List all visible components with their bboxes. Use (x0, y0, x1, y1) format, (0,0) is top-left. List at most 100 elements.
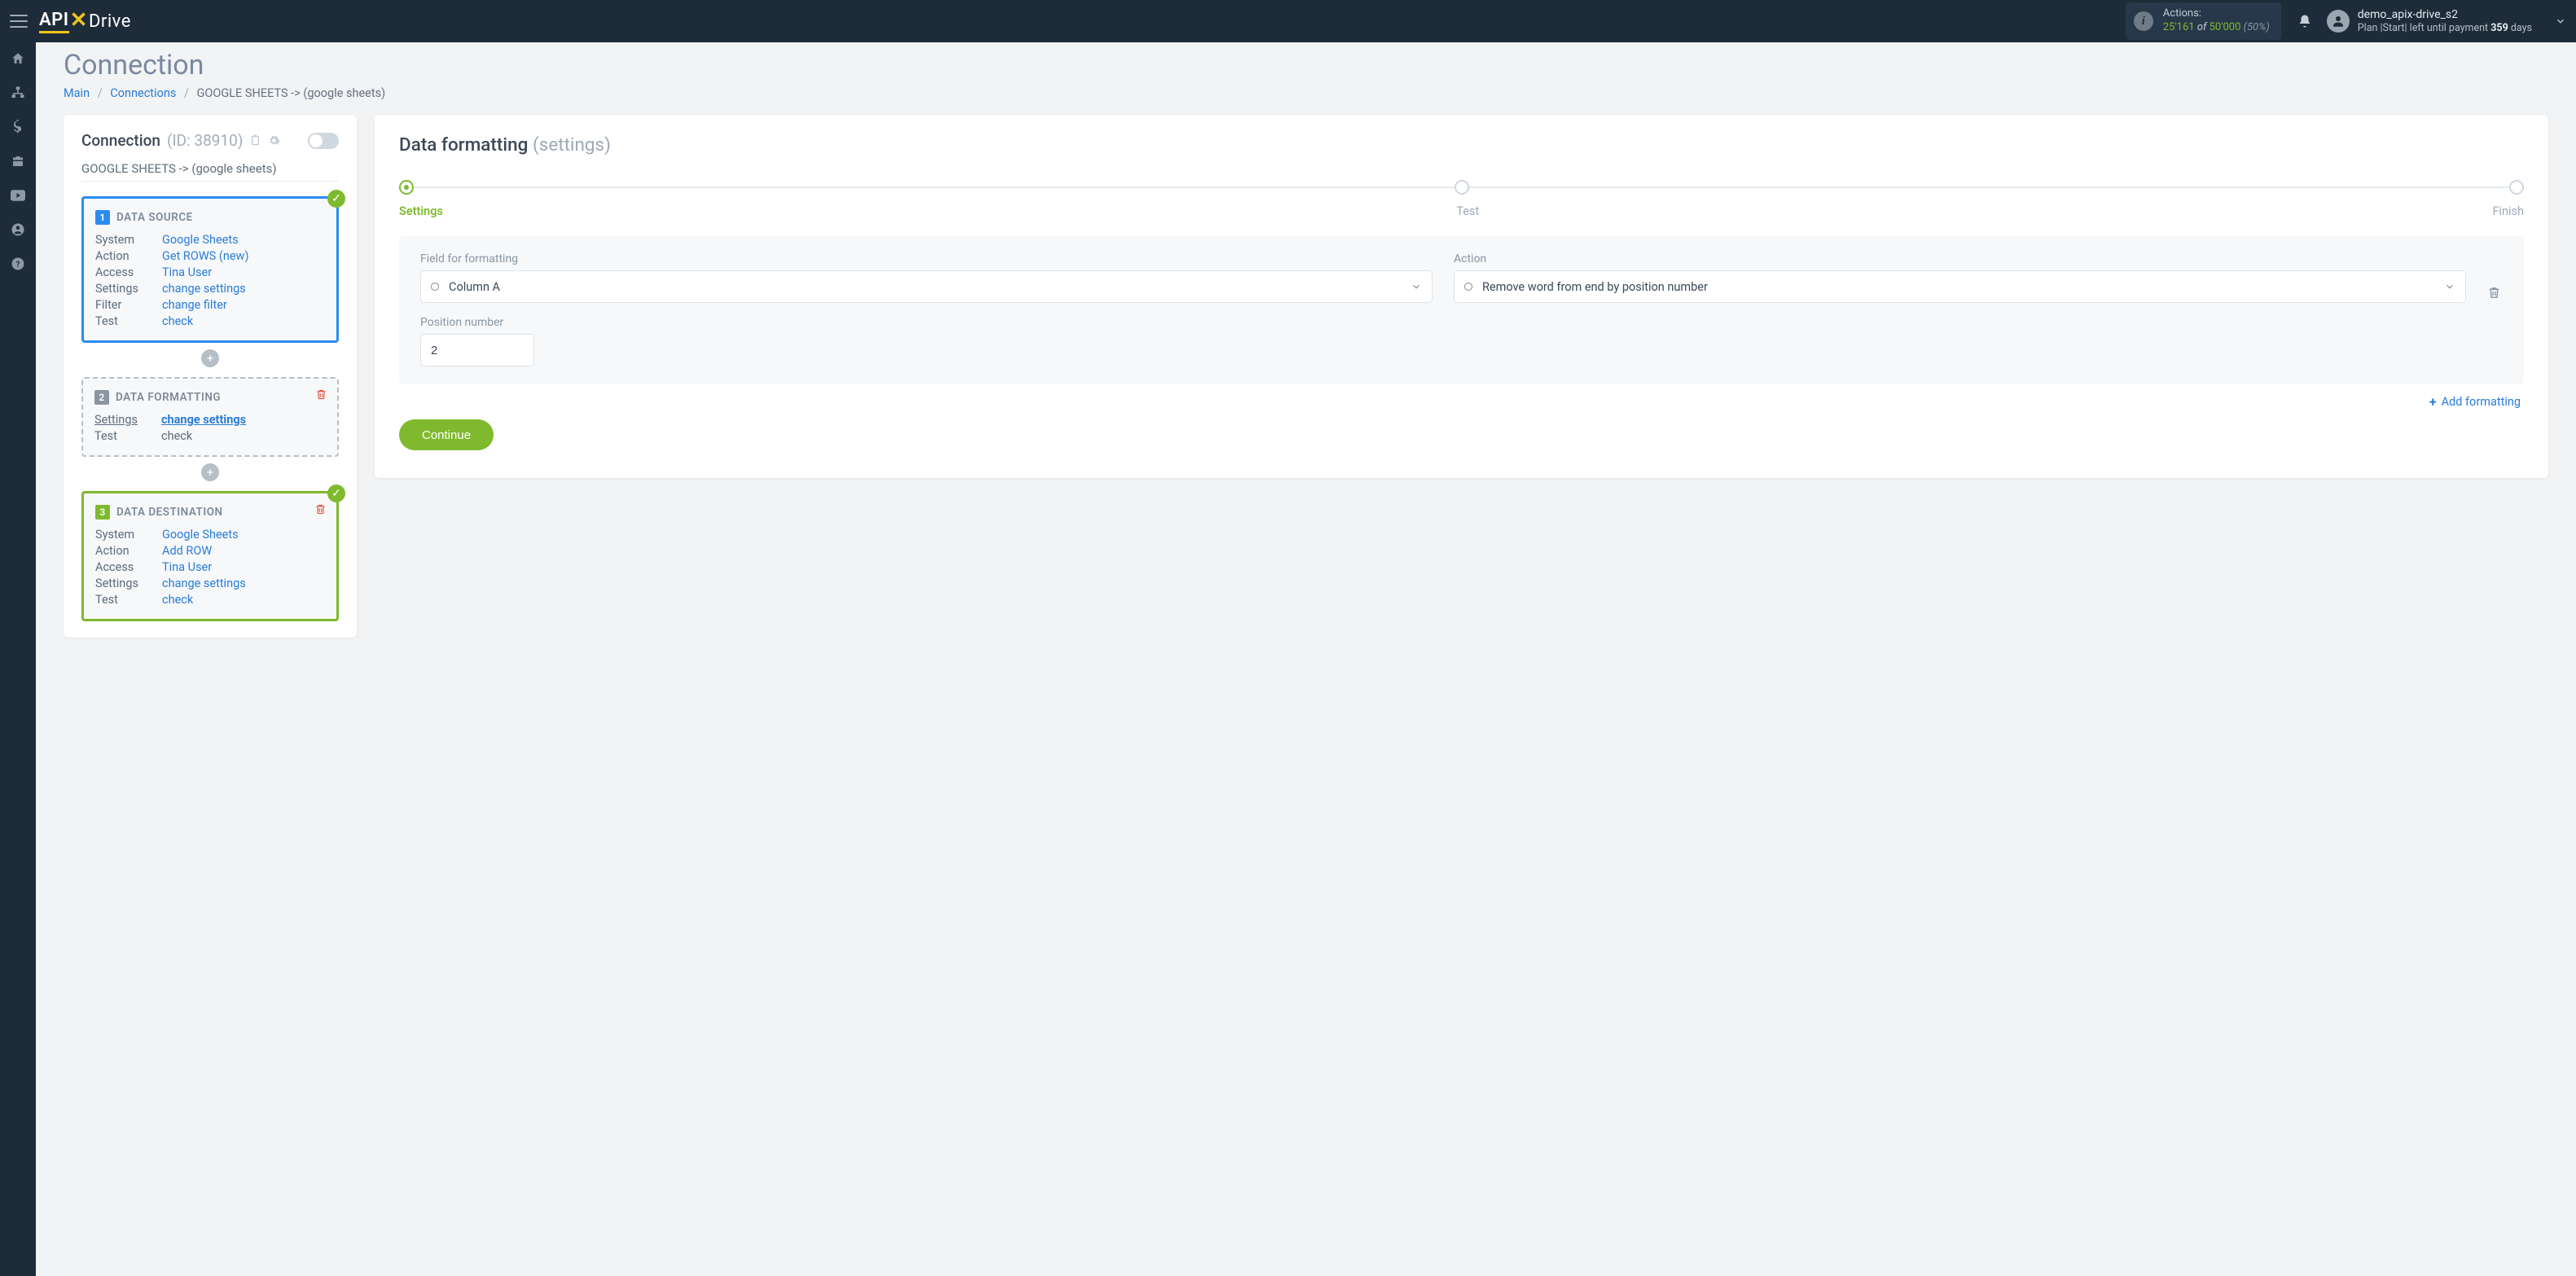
connection-toggle[interactable] (308, 133, 339, 149)
stepper-labels: Settings Test Finish (399, 204, 2524, 218)
row-value[interactable]: Tina User (162, 265, 212, 279)
connection-panel: Connection (ID: 38910) GOOGLE SHEETS -> … (64, 115, 357, 638)
step-test[interactable] (1455, 180, 1469, 195)
card-row: Settingschange settings (94, 413, 326, 427)
data-formatting-card[interactable]: 2 DATA FORMATTING Settingschange setting… (81, 377, 339, 457)
data-source-card[interactable]: ✓ 1 DATA SOURCE SystemGoogle SheetsActio… (81, 196, 339, 343)
row-value[interactable]: Google Sheets (162, 233, 239, 247)
plan-text: Plan |Start| left until payment 359 days (2358, 22, 2532, 34)
row-value[interactable]: change filter (162, 298, 227, 312)
chevron-down-icon (2444, 281, 2455, 292)
row-value[interactable]: Add ROW (162, 544, 212, 558)
card-row: ActionAdd ROW (95, 544, 325, 558)
row-key: Action (95, 544, 162, 558)
briefcase-icon[interactable] (10, 153, 26, 169)
copy-icon[interactable] (249, 134, 261, 147)
breadcrumb-connections[interactable]: Connections (110, 86, 176, 100)
action-select[interactable]: Remove word from end by position number (1454, 270, 2466, 303)
stepper (399, 180, 2524, 195)
settings-panel: Data formatting (settings) Settings Test… (375, 115, 2548, 478)
actions-total: 50'000 (2210, 21, 2241, 33)
gear-icon[interactable] (268, 134, 280, 147)
row-key: Settings (95, 282, 162, 296)
step-finish[interactable] (2509, 180, 2524, 195)
hamburger-menu-icon[interactable] (10, 11, 28, 32)
actions-used: 25'161 (2163, 21, 2195, 33)
logo[interactable]: API ✕ Drive (39, 9, 131, 33)
row-value[interactable]: Google Sheets (162, 528, 239, 542)
card-row: Testcheck (95, 593, 325, 607)
breadcrumb-main[interactable]: Main (64, 86, 90, 100)
chevron-down-icon (1411, 281, 1422, 292)
data-source-title: 1 DATA SOURCE (95, 210, 325, 225)
help-icon[interactable]: ? (10, 256, 26, 272)
page-title: Connection (64, 49, 2548, 81)
row-key: Settings (94, 413, 161, 427)
settings-title-sub: (settings) (533, 134, 611, 156)
card-row: Testcheck (95, 314, 325, 328)
add-step-button[interactable]: + (201, 349, 219, 367)
card-row: SystemGoogle Sheets (95, 528, 325, 542)
user-menu[interactable]: demo_apix-drive_s2 Plan |Start| left unt… (2327, 8, 2566, 34)
user-icon[interactable] (10, 221, 26, 238)
card-title-text: DATA SOURCE (116, 211, 193, 224)
actions-usage[interactable]: i Actions: 25'161 of 50'000 (50%) (2126, 2, 2281, 40)
step-number: 1 (95, 210, 110, 225)
position-label: Position number (420, 316, 2503, 329)
remove-row-icon[interactable] (2487, 278, 2503, 300)
row-key: Test (95, 593, 162, 607)
card-row: Settingschange settings (95, 282, 325, 296)
row-value[interactable]: change settings (162, 577, 246, 590)
field-value: Column A (449, 280, 500, 294)
row-value[interactable]: check (162, 593, 193, 607)
data-destination-title: 3 DATA DESTINATION (95, 505, 325, 520)
step-label-settings: Settings (399, 204, 443, 218)
row-key: Action (95, 249, 162, 263)
row-value[interactable]: change settings (162, 282, 246, 296)
logo-api: API (39, 10, 69, 33)
row-value[interactable]: Get ROWS (new) (162, 249, 249, 263)
connection-label: Connection (81, 131, 160, 150)
data-destination-card[interactable]: ✓ 3 DATA DESTINATION SystemGoogle Sheets… (81, 491, 339, 621)
row-key: Test (95, 314, 162, 328)
row-value[interactable]: Tina User (162, 560, 212, 574)
card-row: SystemGoogle Sheets (95, 233, 325, 247)
row-value[interactable]: check (162, 314, 193, 328)
position-input[interactable] (420, 334, 534, 366)
card-row: Settingschange settings (95, 577, 325, 590)
step-settings[interactable] (399, 180, 414, 195)
field-select[interactable]: Column A (420, 270, 1433, 303)
card-title-text: DATA DESTINATION (116, 506, 223, 519)
trash-icon[interactable] (315, 388, 327, 401)
add-step-button[interactable]: + (201, 463, 219, 481)
formatting-form: Field for formatting Column A Action Rem… (399, 236, 2524, 384)
main-content: Connection Main / Connections / GOOGLE S… (36, 49, 2576, 665)
trash-icon[interactable] (314, 503, 327, 515)
step-label-finish: Finish (2492, 204, 2524, 218)
radio-indicator-icon (431, 283, 439, 291)
home-icon[interactable] (10, 50, 26, 67)
action-value: Remove word from end by position number (1482, 280, 1708, 294)
dollar-icon[interactable] (10, 119, 26, 135)
chevron-down-icon (2555, 15, 2566, 27)
continue-button[interactable]: Continue (399, 419, 494, 450)
row-key: Filter (95, 298, 162, 312)
info-icon: i (2134, 11, 2153, 31)
bell-icon[interactable] (2297, 14, 2312, 29)
row-key: System (95, 528, 162, 542)
sidebar-rail: ? (0, 42, 36, 1276)
card-row: Filterchange filter (95, 298, 325, 312)
youtube-icon[interactable] (10, 187, 26, 204)
add-formatting-text: Add formatting (2442, 395, 2521, 409)
row-value[interactable]: change settings (161, 413, 246, 427)
row-key: Settings (95, 577, 162, 590)
breadcrumb-current: GOOGLE SHEETS -> (google sheets) (197, 86, 386, 100)
step-label-test: Test (1456, 204, 1479, 218)
sitemap-icon[interactable] (10, 85, 26, 101)
actions-label: Actions: (2163, 7, 2270, 21)
step-number: 3 (95, 505, 110, 520)
add-formatting-link[interactable]: + Add formatting (402, 394, 2521, 410)
connection-panel-title: Connection (ID: 38910) (81, 131, 339, 150)
avatar-icon (2327, 10, 2350, 33)
svg-text:?: ? (16, 261, 20, 270)
